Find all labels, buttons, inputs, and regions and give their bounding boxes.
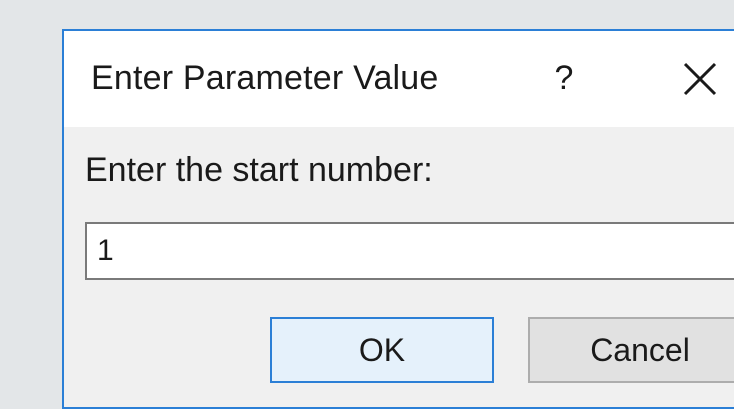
- cancel-button[interactable]: Cancel: [528, 317, 734, 383]
- parameter-input[interactable]: [85, 222, 734, 280]
- parameter-dialog: Enter Parameter Value ? Enter the start …: [62, 29, 734, 409]
- dialog-titlebar[interactable]: Enter Parameter Value ?: [64, 31, 734, 127]
- ok-button[interactable]: OK: [270, 317, 494, 383]
- prompt-label: Enter the start number:: [85, 151, 433, 189]
- close-icon: [683, 62, 717, 96]
- close-button[interactable]: [678, 57, 722, 101]
- help-button[interactable]: ?: [542, 53, 586, 103]
- dialog-title: Enter Parameter Value: [91, 59, 439, 97]
